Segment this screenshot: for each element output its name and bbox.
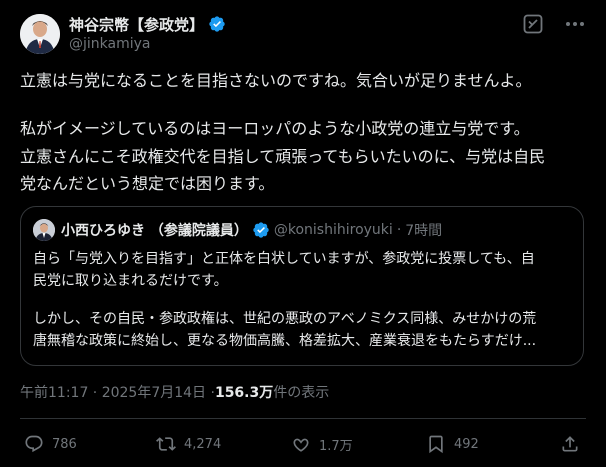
repost-count: 4,274 [184, 436, 222, 452]
quoted-author-avatar[interactable] [33, 219, 55, 241]
views-label: 件の表示 [273, 385, 330, 401]
post-timestamp[interactable]: 午前11:17 · 2025年7月14日 · [20, 382, 215, 402]
heart-icon [291, 434, 311, 454]
like-button[interactable]: 1.7万 [291, 430, 353, 458]
quoted-timestamp[interactable]: 7時間 [405, 220, 442, 240]
author-avatar[interactable] [20, 14, 60, 54]
bookmark-icon [426, 434, 446, 454]
quoted-text-line: 自ら「与党入りを目指す」と正体を白状していますが、参政党に投票しても、自 [33, 251, 535, 267]
post-text-line: 立憲は与党になることを目指さないのですね。気合いが足りませんよ。 [20, 71, 532, 90]
bookmark-button[interactable]: 492 [426, 430, 479, 458]
reply-count: 786 [52, 436, 77, 452]
verified-badge-icon [208, 15, 226, 33]
verified-badge-icon [252, 221, 270, 239]
post-text-line: 立憲さんにこそ政権交代を目指して頑張ってもらいたいのに、与党は自民 [20, 147, 546, 166]
grok-icon[interactable] [522, 13, 544, 35]
quoted-handle[interactable]: @konishihiroyuki [274, 222, 393, 238]
quoted-display-name[interactable]: 小西ひろゆき （参議院議員） [61, 220, 248, 240]
post-text-line: 党なんだという想定では困ります。 [20, 174, 275, 193]
reply-icon [24, 434, 44, 454]
quoted-text-line: 民党に取り込まれるだけです。 [33, 273, 228, 289]
post-text-line: 私がイメージしているのはヨーロッパのような小政党の連立与党です。 [20, 119, 530, 138]
share-icon [560, 434, 580, 454]
quoted-header: 小西ひろゆき （参議院議員） @konishihiroyuki · 7時間 [61, 219, 442, 241]
share-button[interactable] [560, 430, 580, 458]
reply-button[interactable]: 786 [24, 430, 77, 458]
separator-dot: · [396, 222, 402, 238]
avatar-image [20, 14, 60, 54]
author-name-row[interactable]: 神谷宗幣【参政党】 [69, 14, 226, 34]
bookmark-count: 492 [454, 436, 479, 452]
author-display-name[interactable]: 神谷宗幣【参政党】 [69, 14, 204, 35]
quoted-text-line: 唐無稽な政策に終始し、更なる物価高騰、格差拡大、産業衰退をもたらすだけ... [33, 333, 537, 349]
quoted-post[interactable]: 小西ひろゆき （参議院議員） @konishihiroyuki · 7時間 自ら… [20, 206, 584, 366]
quoted-text-line: しかし、その自民・参政政権は、世紀の悪政のアベノミクス同様、みせかけの荒 [33, 311, 537, 327]
views-count: 156.3万 [214, 385, 274, 401]
divider [20, 418, 586, 419]
quoted-avatar-image [33, 219, 55, 241]
repost-icon [156, 434, 176, 454]
action-bar: 786 4,274 1.7万 492 [0, 430, 606, 458]
more-icon[interactable] [564, 14, 586, 34]
like-count: 1.7万 [319, 438, 353, 454]
post: 神谷宗幣【参政党】 @jinkamiya 立憲は与党になることを目指さないのです… [0, 0, 606, 467]
post-meta: 午前11:17 · 2025年7月14日 · 156.3万 件の表示 [20, 382, 329, 402]
repost-button[interactable]: 4,274 [156, 430, 221, 458]
author-handle[interactable]: @jinkamiya [69, 36, 150, 52]
